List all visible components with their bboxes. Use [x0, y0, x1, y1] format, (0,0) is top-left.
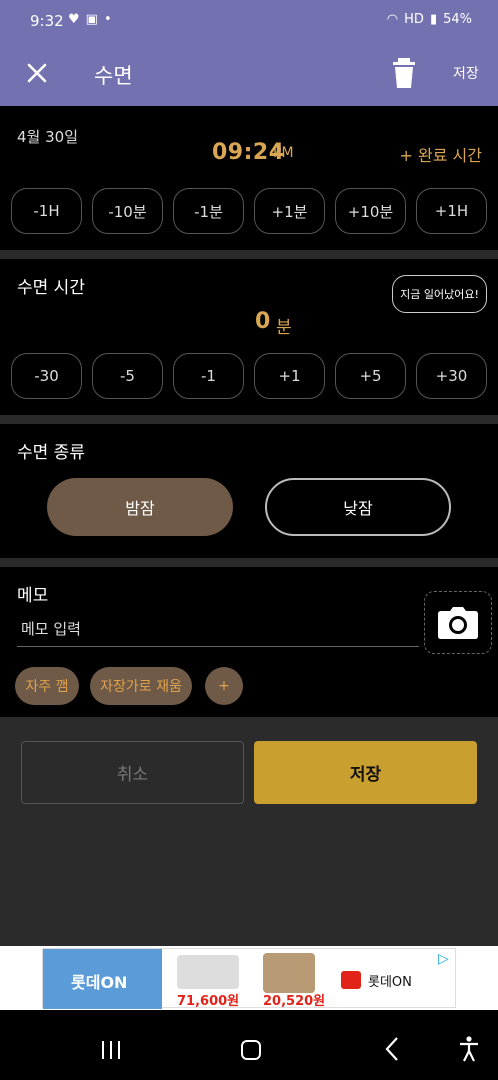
night-sleep-button[interactable]: 밤잠 [47, 478, 233, 536]
duration-title: 수면 시간 [17, 278, 85, 298]
ad-price: 71,600원 [177, 994, 240, 1009]
heart-icon: ♥ [68, 12, 80, 27]
notification-icons: ♥ ▣ • [68, 12, 112, 27]
page-title: 수면 [94, 64, 133, 88]
status-bar: 9:32 ♥ ▣ • ◠ HD ▮ 54% [0, 0, 498, 44]
time-ampm: PM [273, 145, 294, 161]
tag-chip[interactable]: 자장가로 재움 [90, 667, 192, 705]
ad-content[interactable]: 롯데ON 71,600원 20,520원 롯데ON ▷ [42, 948, 456, 1009]
memo-section: 메모 자주 깸 자장가로 재움 + [0, 567, 498, 717]
adjust-minus-1m-button[interactable]: -1분 [173, 188, 244, 234]
save-button[interactable]: 저장 [254, 741, 477, 804]
adjust-minus-10m-button[interactable]: -10분 [92, 188, 163, 234]
duration-value: 0 [255, 309, 271, 334]
complete-time-button[interactable]: + 완료 시간 [400, 142, 482, 166]
adjust-plus-1m-button[interactable]: +1분 [254, 188, 325, 234]
network-label: HD [404, 12, 424, 27]
ad-logo-icon [341, 971, 361, 989]
ad-product-image[interactable] [263, 953, 315, 993]
duration-plus-5-button[interactable]: +5 [335, 353, 406, 399]
cancel-button[interactable]: 취소 [21, 741, 244, 804]
close-button[interactable] [22, 58, 52, 88]
ad-price: 20,520원 [263, 994, 326, 1009]
duration-adjust-row: -30 -5 -1 +1 +5 +30 [11, 353, 487, 399]
adchoices-icon[interactable]: ▷ [438, 951, 449, 967]
status-time: 9:32 [30, 12, 64, 30]
sleep-type-title: 수면 종류 [17, 443, 85, 463]
home-icon[interactable] [241, 1040, 261, 1060]
duration-minus-1-button[interactable]: -1 [173, 353, 244, 399]
action-area: 취소 저장 [0, 717, 498, 946]
dot-icon: • [103, 12, 112, 27]
divider [0, 558, 498, 567]
close-icon [27, 63, 47, 83]
ad-banner[interactable]: 롯데ON 71,600원 20,520원 롯데ON ▷ [0, 946, 498, 1010]
wifi-icon: ◠ [386, 12, 399, 27]
ad-promo-image[interactable]: 롯데ON [43, 949, 162, 1009]
recent-apps-icon[interactable] [100, 1040, 122, 1060]
divider [0, 415, 498, 424]
duration-unit: 분 [276, 318, 292, 338]
duration-plus-1-button[interactable]: +1 [254, 353, 325, 399]
duration-section: 수면 시간 지금 일어났어요! 0 분 -30 -5 -1 +1 +5 +30 [0, 259, 498, 415]
ad-promo-text: 롯데ON [71, 973, 128, 992]
system-nav-bar [0, 1016, 498, 1080]
duration-minus-30-button[interactable]: -30 [11, 353, 82, 399]
time-adjust-row: -1H -10분 -1분 +1분 +10분 +1H [11, 188, 487, 234]
ad-brand: 롯데ON [368, 975, 412, 990]
adjust-plus-10m-button[interactable]: +10분 [335, 188, 406, 234]
adjust-plus-1h-button[interactable]: +1H [416, 188, 487, 234]
memo-title: 메모 [17, 586, 49, 606]
calendar-icon: ▣ [85, 12, 98, 27]
save-top-button[interactable]: 저장 [453, 63, 479, 83]
accessibility-icon[interactable] [458, 1036, 480, 1062]
app-bar: 수면 저장 [0, 44, 498, 106]
camera-icon [438, 606, 478, 639]
battery-label: 54% [443, 12, 472, 27]
duration-plus-30-button[interactable]: +30 [416, 353, 487, 399]
sleep-type-section: 수면 종류 밤잠 낮잠 [0, 424, 498, 558]
back-icon[interactable] [384, 1036, 400, 1062]
trash-icon [393, 58, 415, 88]
date-label[interactable]: 4월 30일 [17, 126, 78, 147]
divider [0, 250, 498, 259]
ad-product-image[interactable] [177, 955, 239, 989]
camera-button[interactable] [424, 591, 492, 654]
nap-button[interactable]: 낮잠 [265, 478, 451, 536]
start-time-section: 4월 30일 09:24 PM + 완료 시간 -1H -10분 -1분 +1분… [0, 106, 498, 250]
woke-up-now-button[interactable]: 지금 일어났어요! [392, 275, 487, 313]
adjust-minus-1h-button[interactable]: -1H [11, 188, 82, 234]
duration-minus-5-button[interactable]: -5 [92, 353, 163, 399]
status-right: ◠ HD ▮ 54% [387, 12, 472, 27]
delete-button[interactable] [390, 56, 418, 90]
tag-chip[interactable]: 자주 깸 [15, 667, 79, 705]
add-tag-button[interactable]: + [205, 667, 243, 705]
signal-icon: ▮ [429, 12, 438, 27]
memo-input[interactable] [17, 611, 419, 647]
